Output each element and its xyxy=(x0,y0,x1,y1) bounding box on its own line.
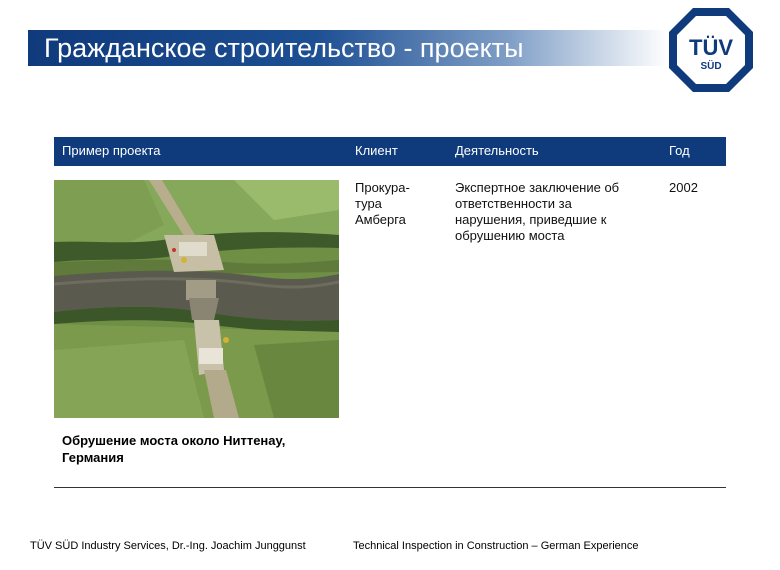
caption-line-2: Германия xyxy=(62,450,124,465)
logo-text-tuv: TÜV xyxy=(689,35,733,60)
activity-line-2: ответственности за xyxy=(455,196,572,211)
activity-cell: Экспертное заключение об ответственности… xyxy=(455,180,619,244)
logo-text-sud: SÜD xyxy=(700,59,721,72)
caption-line-1: Обрушение моста около Ниттенау, xyxy=(62,433,286,448)
slide-title: Гражданское строительство - проекты xyxy=(44,33,524,63)
client-line-1: Прокура- xyxy=(355,180,410,195)
header-activity: Деятельность xyxy=(455,143,539,158)
footer-divider xyxy=(54,487,726,488)
header-year: Год xyxy=(669,143,690,158)
bridge-collapse-photo xyxy=(54,180,339,418)
footer-topic: Technical Inspection in Construction – G… xyxy=(353,540,639,552)
tuv-sud-logo: TÜV SÜD xyxy=(669,8,753,92)
year-cell: 2002 xyxy=(669,180,698,195)
client-cell: Прокура- тура Амберга xyxy=(355,180,410,228)
activity-line-4: обрушению моста xyxy=(455,228,565,243)
header-client: Клиент xyxy=(355,143,398,158)
photo-caption: Обрушение моста около Ниттенау, Германия xyxy=(62,432,352,466)
header-project: Пример проекта xyxy=(62,143,161,158)
footer-author: TÜV SÜD Industry Services, Dr.-Ing. Joac… xyxy=(30,540,306,552)
client-line-3: Амберга xyxy=(355,212,406,227)
client-line-2: тура xyxy=(355,196,382,211)
activity-line-3: нарушения, приведшие к xyxy=(455,212,607,227)
activity-line-1: Экспертное заключение об xyxy=(455,180,620,195)
